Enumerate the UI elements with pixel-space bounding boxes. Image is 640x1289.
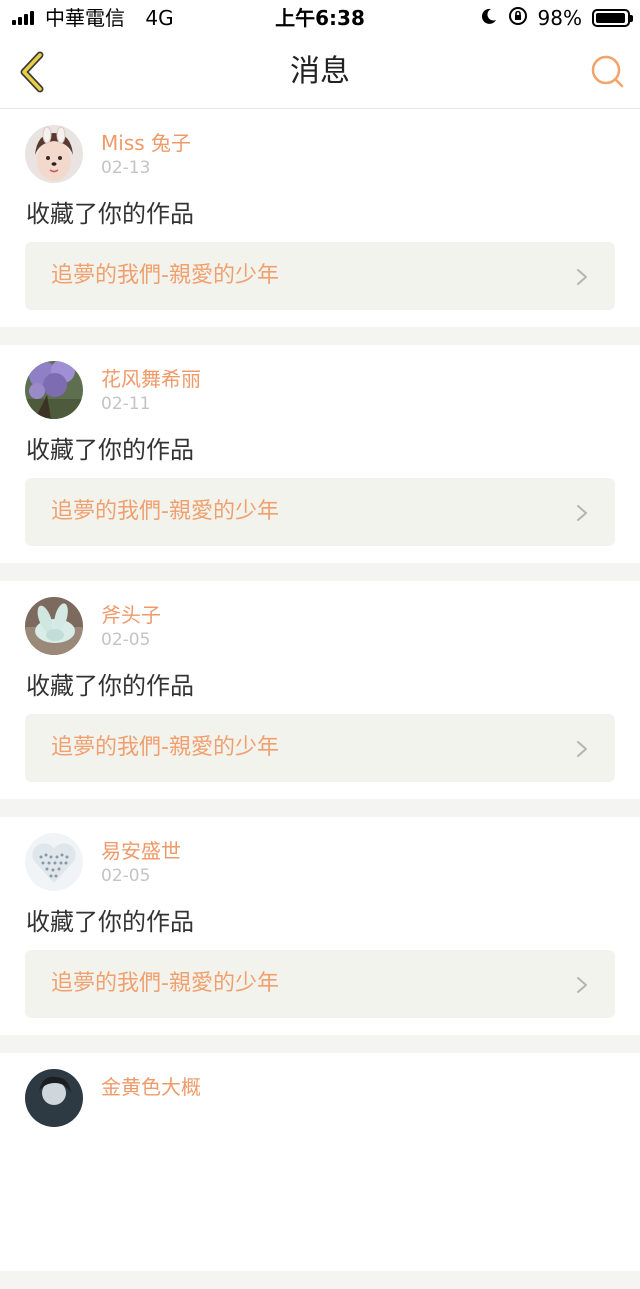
notification-date: 02-05 <box>101 866 151 886</box>
work-title: 追夢的我們-親愛的少年 <box>51 735 279 760</box>
user-name[interactable]: 斧头子 <box>101 602 161 628</box>
notification-card: 花风舞希丽 02-11 收藏了你的作品 追夢的我們-親愛的少年 <box>0 345 640 581</box>
work-link[interactable]: 追夢的我們-親愛的少年 <box>25 478 615 546</box>
moon-icon <box>480 7 498 29</box>
user-name[interactable]: 金黄色大概 <box>101 1074 201 1100</box>
notification-card: 斧头子 02-05 收藏了你的作品 追夢的我們-親愛的少年 <box>0 581 640 817</box>
notification-action: 收藏了你的作品 <box>26 200 194 228</box>
chevron-right-icon <box>577 741 587 757</box>
battery-percent: 98% <box>537 6 582 30</box>
notification-card: 易安盛世 02-05 收藏了你的作品 追夢的我們-親愛的少年 <box>0 817 640 1053</box>
work-link[interactable]: 追夢的我們-親愛的少年 <box>25 714 615 782</box>
status-right: 98% <box>480 6 633 30</box>
work-link[interactable]: 追夢的我們-親愛的少年 <box>25 242 615 310</box>
notification-list: Miss 兔子 02-13 收藏了你的作品 追夢的我們-親愛的少年 花风舞希丽 … <box>0 109 640 1289</box>
notification-date: 02-05 <box>101 630 151 650</box>
notification-date: 02-13 <box>101 158 151 178</box>
page-title: 消息 <box>290 54 350 89</box>
notification-card: Miss 兔子 02-13 收藏了你的作品 追夢的我們-親愛的少年 <box>0 109 640 345</box>
notification-action: 收藏了你的作品 <box>26 672 194 700</box>
notification-card: 金黄色大概 <box>0 1053 640 1289</box>
avatar[interactable] <box>25 361 83 419</box>
avatar[interactable] <box>25 597 83 655</box>
chevron-right-icon <box>577 269 587 285</box>
work-title: 追夢的我們-親愛的少年 <box>51 499 279 524</box>
battery-icon <box>592 9 633 27</box>
avatar[interactable] <box>25 833 83 891</box>
avatar[interactable] <box>25 125 83 183</box>
work-link[interactable]: 追夢的我們-親愛的少年 <box>25 950 615 1018</box>
avatar[interactable] <box>25 1069 83 1127</box>
notification-action: 收藏了你的作品 <box>26 436 194 464</box>
user-name[interactable]: Miss 兔子 <box>101 130 191 156</box>
notification-action: 收藏了你的作品 <box>26 908 194 936</box>
battery-fill <box>596 13 626 23</box>
status-bar: 中華電信 4G 上午6:38 98% <box>0 0 640 36</box>
user-name[interactable]: 易安盛世 <box>101 838 181 864</box>
work-title: 追夢的我們-親愛的少年 <box>51 263 279 288</box>
notification-date: 02-11 <box>101 394 151 414</box>
chevron-right-icon <box>577 505 587 521</box>
search-button[interactable] <box>588 52 626 90</box>
user-name[interactable]: 花风舞希丽 <box>101 366 201 392</box>
chevron-right-icon <box>577 977 587 993</box>
nav-bar: 消息 <box>0 36 640 109</box>
work-title: 追夢的我們-親愛的少年 <box>51 971 279 996</box>
search-icon <box>591 55 624 88</box>
orientation-lock-icon <box>508 6 528 30</box>
